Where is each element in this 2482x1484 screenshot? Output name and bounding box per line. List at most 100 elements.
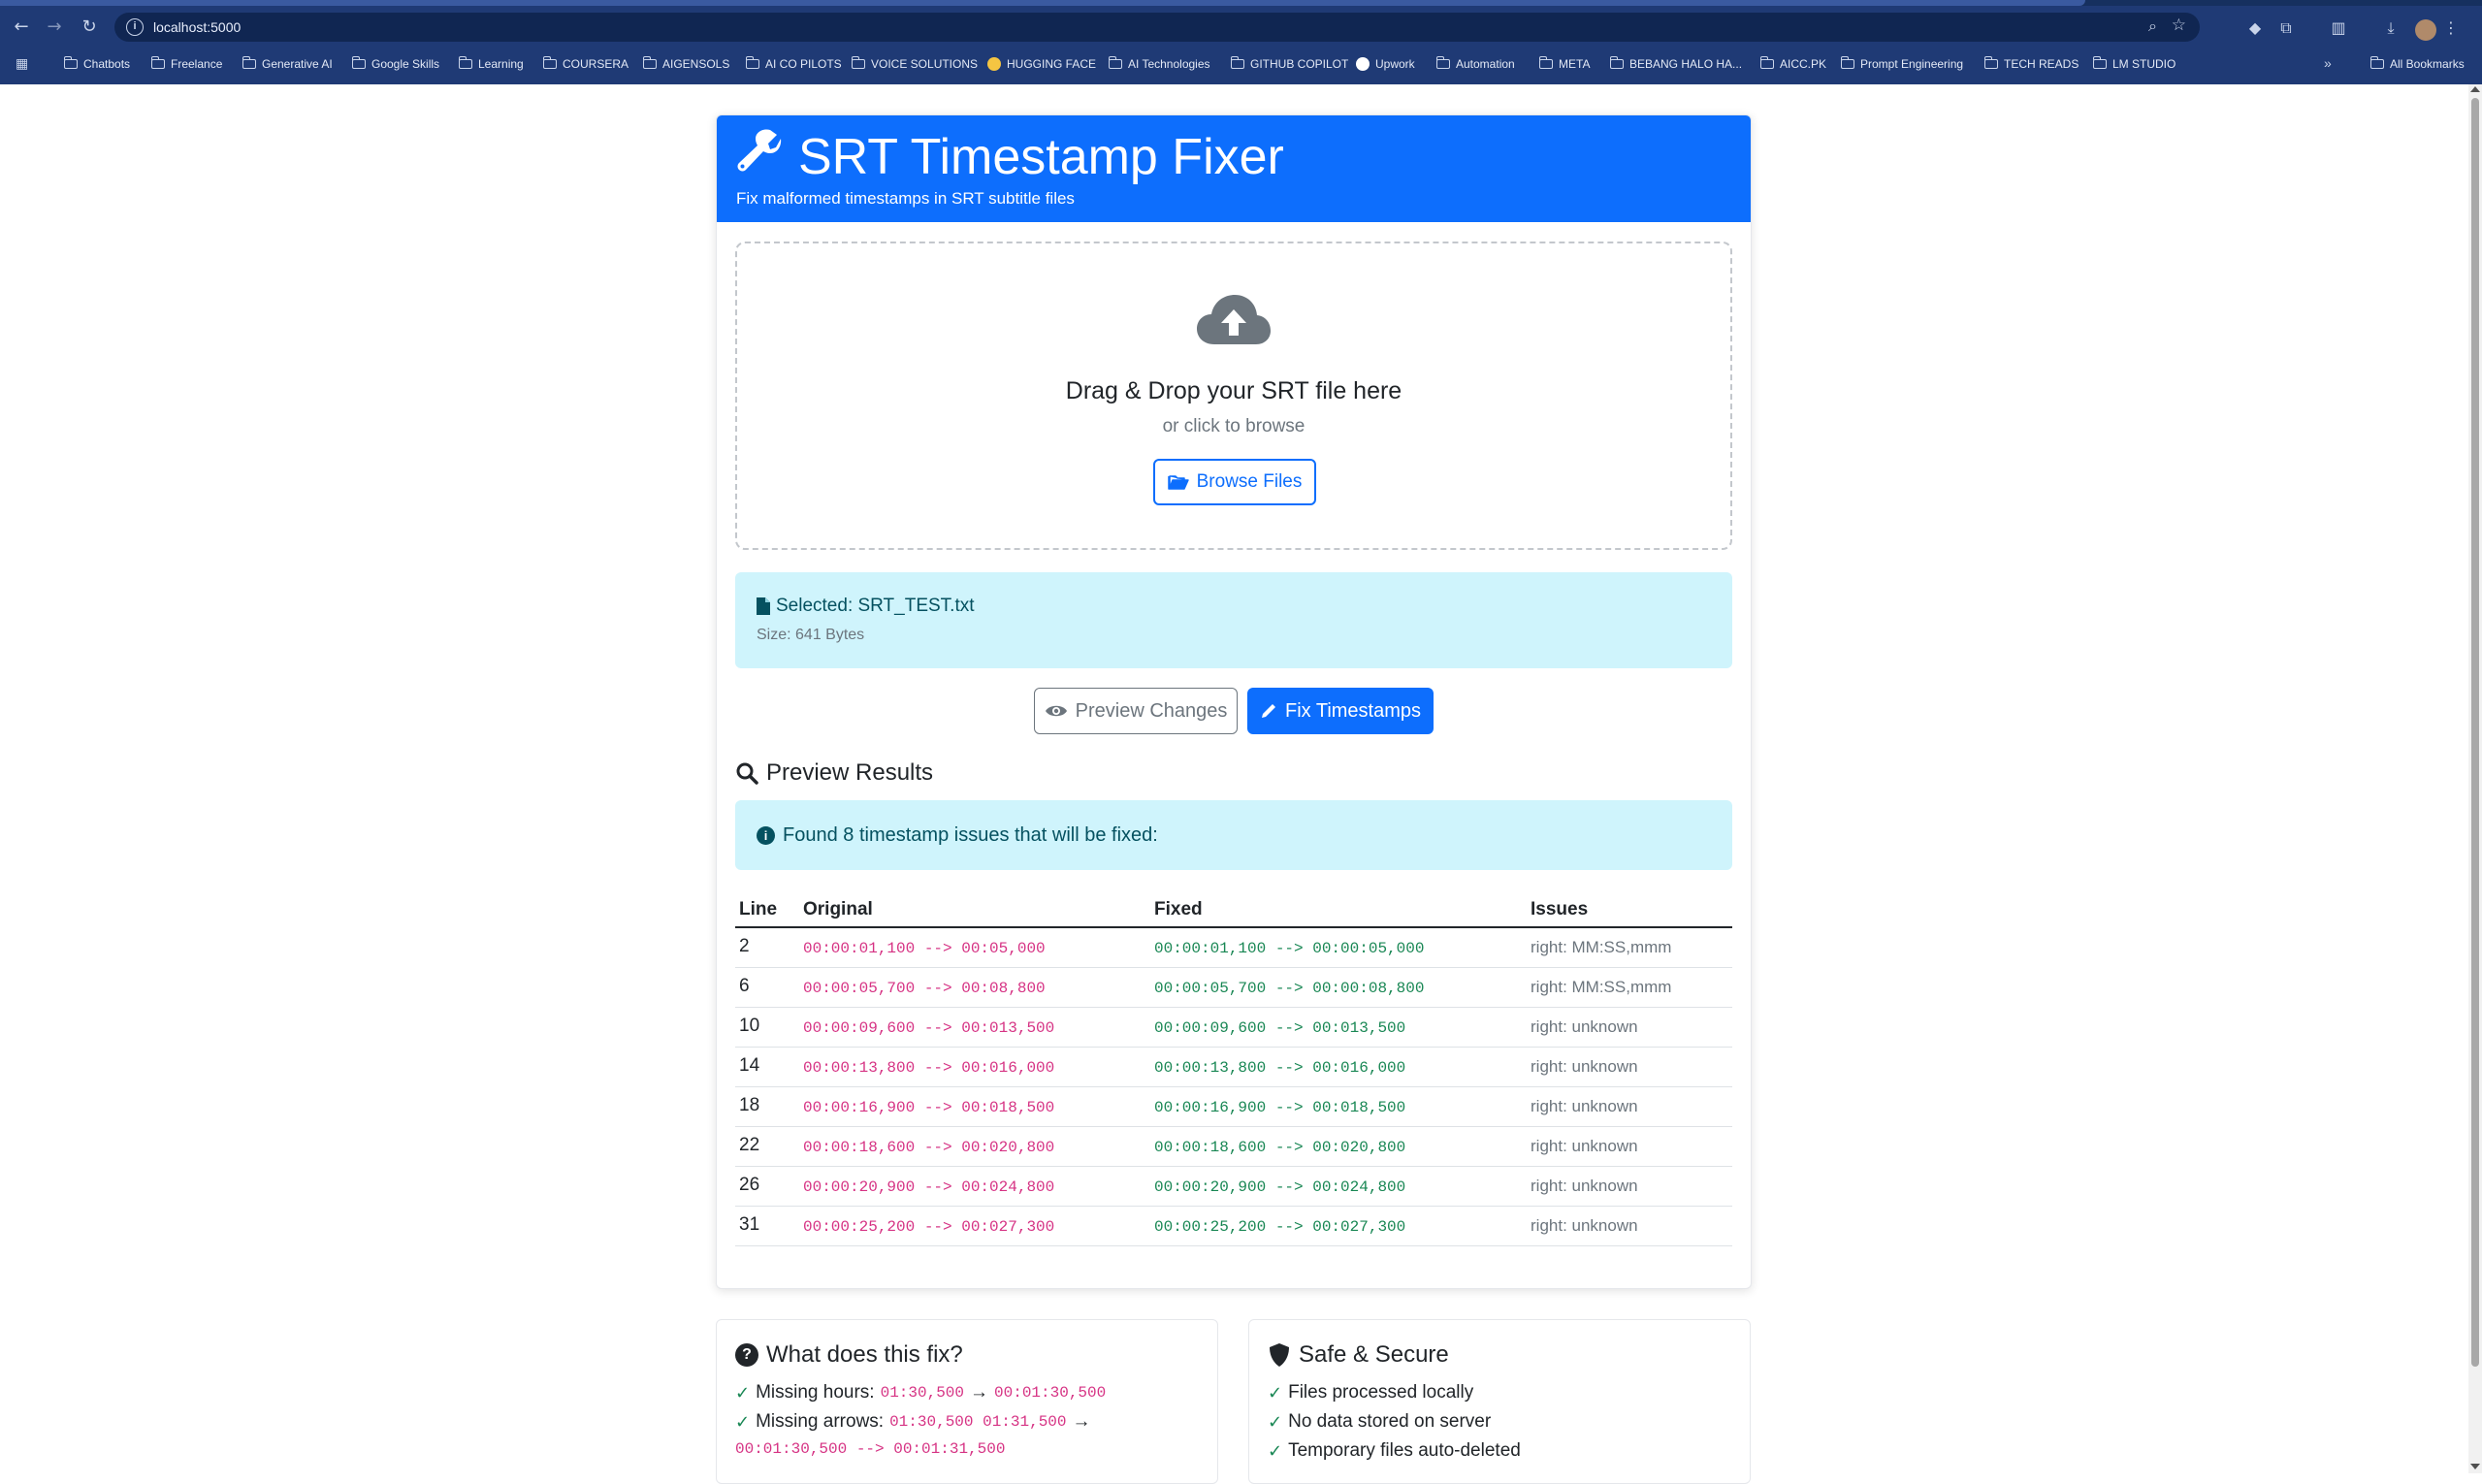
row-line: 14 (739, 1055, 760, 1076)
column-header-fixed: Fixed (1154, 899, 1203, 919)
bookmark-prompt-engineering[interactable]: Prompt Engineering (1840, 56, 1963, 71)
browse-files-button[interactable]: Browse Files (1153, 459, 1316, 505)
fix-timestamps-button[interactable]: Fix Timestamps (1247, 688, 1434, 734)
apps-grid-icon[interactable]: ▦ (16, 56, 28, 72)
preview-changes-button[interactable]: Preview Changes (1034, 688, 1238, 734)
bookmark-aicc-pk[interactable]: AICC.PK (1759, 56, 1826, 71)
menu-dots-icon[interactable]: ⋮ (2440, 17, 2462, 39)
selected-file-info: Selected: SRT_TEST.txt Size: 641 Bytes (735, 572, 1732, 668)
all-bookmarks[interactable]: All Bookmarks (2369, 56, 2465, 71)
cloud-upload-icon (1197, 295, 1271, 344)
issues-found-alert: i Found 8 timestamp issues that will be … (735, 800, 1732, 870)
folder-icon (351, 56, 366, 69)
row-issue: right: unknown (1531, 1057, 1638, 1076)
bookmark-learning[interactable]: Learning (458, 56, 524, 71)
bookmark-chatbots[interactable]: Chatbots (63, 56, 130, 71)
browse-files-label: Browse Files (1196, 471, 1303, 492)
question-circle-icon: ? (735, 1343, 758, 1367)
download-icon[interactable]: ⤓ (2380, 17, 2401, 39)
reading-mode-icon[interactable]: ▥ (2328, 17, 2349, 39)
folder-icon (458, 56, 472, 69)
folder-icon (745, 56, 759, 69)
table-row: 14 00:00:13,800 --> 00:016,000 00:00:13,… (735, 1048, 1732, 1087)
row-line: 6 (739, 976, 750, 996)
row-line: 18 (739, 1095, 760, 1115)
page-subtitle: Fix malformed timestamps in SRT subtitle… (736, 189, 1075, 208)
missing-arrows-to: 00:01:30,500 --> 00:01:31,500 (735, 1440, 1006, 1458)
scroll-up-icon[interactable] (2470, 86, 2480, 92)
check-icon: ✓ (1268, 1411, 1283, 1433)
profile-avatar[interactable] (2415, 19, 2436, 41)
row-line: 2 (739, 936, 750, 956)
scrollbar-thumb[interactable] (2471, 98, 2479, 1367)
back-icon[interactable]: ← (10, 16, 33, 39)
missing-arrows-label: Missing arrows: (756, 1411, 885, 1432)
safe-secure-card: Safe & Secure ✓ Files processed locally … (1248, 1319, 1751, 1484)
safe-item-label: Files processed locally (1288, 1382, 1474, 1403)
row-fixed: 00:00:16,900 --> 00:018,500 (1154, 1099, 1406, 1116)
bookmark-star-icon[interactable]: ☆ (2172, 16, 2186, 35)
row-fixed: 00:00:13,800 --> 00:016,000 (1154, 1059, 1406, 1077)
check-icon: ✓ (735, 1411, 751, 1433)
bookmark-aigensols[interactable]: AIGENSOLS (642, 56, 729, 71)
forward-icon[interactable]: → (43, 16, 66, 39)
what-does-this-fix-title: What does this fix? (766, 1341, 963, 1368)
browser-chrome: ← → ↻ i localhost:5000 ⌕ ☆ ◆ ⧉ ▥ ⤓ ⋮ ▦ C… (0, 0, 2482, 84)
search-icon (736, 762, 758, 785)
row-fixed: 00:00:18,600 --> 00:020,800 (1154, 1139, 1406, 1156)
file-dropzone[interactable]: Drag & Drop your SRT file here or click … (735, 242, 1732, 550)
folder-icon (542, 56, 557, 69)
dropzone-title: Drag & Drop your SRT file here (1065, 377, 1402, 404)
row-fixed: 00:00:01,100 --> 00:00:05,000 (1154, 940, 1425, 957)
row-line: 31 (739, 1214, 760, 1235)
folder-icon (2369, 56, 2384, 69)
page-scrollbar[interactable] (2468, 84, 2482, 1473)
bookmark-google-skills[interactable]: Google Skills (351, 56, 439, 71)
main-card: SRT Timestamp Fixer Fix malformed timest… (716, 114, 1752, 1289)
bookmarks-bar: ▦ Chatbots Freelance Generative AI Googl… (0, 50, 2482, 80)
hugging-face-icon (987, 57, 1001, 71)
folder-icon (1609, 56, 1624, 69)
upwork-icon (1356, 57, 1370, 71)
bookmark-meta[interactable]: META (1538, 56, 1590, 71)
bookmark-automation[interactable]: Automation (1435, 56, 1515, 71)
bookmark-lm-studio[interactable]: LM STUDIO (2092, 56, 2176, 71)
more-bookmarks-icon[interactable]: » (2324, 55, 2332, 71)
what-does-this-fix-card: ? What does this fix? ✓ Missing hours: 0… (716, 1319, 1218, 1484)
check-icon: ✓ (735, 1382, 751, 1403)
row-issue: right: unknown (1531, 1137, 1638, 1155)
bookmark-ai-technologies[interactable]: AI Technologies (1108, 56, 1210, 71)
folder-icon (642, 56, 657, 69)
bookmark-github-copilot[interactable]: GITHUB COPILOT (1230, 56, 1348, 71)
bookmark-bebang-halo[interactable]: BEBANG HALO HA... (1609, 56, 1742, 71)
bookmark-generative-ai[interactable]: Generative AI (242, 56, 333, 71)
scroll-down-icon[interactable] (2470, 1464, 2480, 1469)
row-fixed: 00:00:09,600 --> 00:013,500 (1154, 1019, 1406, 1037)
bookmark-hugging-face[interactable]: HUGGING FACE (987, 57, 1096, 71)
folder-icon (1108, 56, 1122, 69)
address-bar[interactable]: i localhost:5000 ⌕ ☆ (114, 13, 2200, 42)
row-fixed: 00:00:20,900 --> 00:024,800 (1154, 1178, 1406, 1196)
preview-results-heading: Preview Results (735, 759, 933, 787)
bookmark-coursera[interactable]: COURSERA (542, 56, 629, 71)
row-issue: right: unknown (1531, 1216, 1638, 1235)
zoom-icon[interactable]: ⌕ (2148, 16, 2157, 36)
pencil-icon (1261, 704, 1275, 718)
table-row: 18 00:00:16,900 --> 00:018,500 00:00:16,… (735, 1087, 1732, 1127)
extension-icon[interactable]: ◆ (2244, 17, 2266, 39)
bookmark-tech-reads[interactable]: TECH READS (1983, 56, 2079, 71)
safe-secure-title: Safe & Secure (1299, 1341, 1449, 1368)
selected-file: Selected: SRT_TEST.txt (757, 596, 975, 617)
folder-open-icon (1167, 475, 1189, 490)
bookmark-freelance[interactable]: Freelance (150, 56, 222, 71)
site-info-icon[interactable]: i (126, 18, 144, 36)
bookmark-voice-solutions[interactable]: VOICE SOLUTIONS (851, 56, 978, 71)
bookmark-ai-co-pilots[interactable]: AI CO PILOTS (745, 56, 842, 71)
folder-icon (1538, 56, 1553, 69)
folder-icon (2092, 56, 2107, 69)
column-header-line: Line (739, 899, 778, 919)
bookmark-upwork[interactable]: Upwork (1356, 57, 1415, 71)
reload-icon[interactable]: ↻ (78, 16, 101, 39)
list-item: ✓ No data stored on server (1268, 1411, 1491, 1433)
extensions-puzzle-icon[interactable]: ⧉ (2275, 17, 2297, 39)
